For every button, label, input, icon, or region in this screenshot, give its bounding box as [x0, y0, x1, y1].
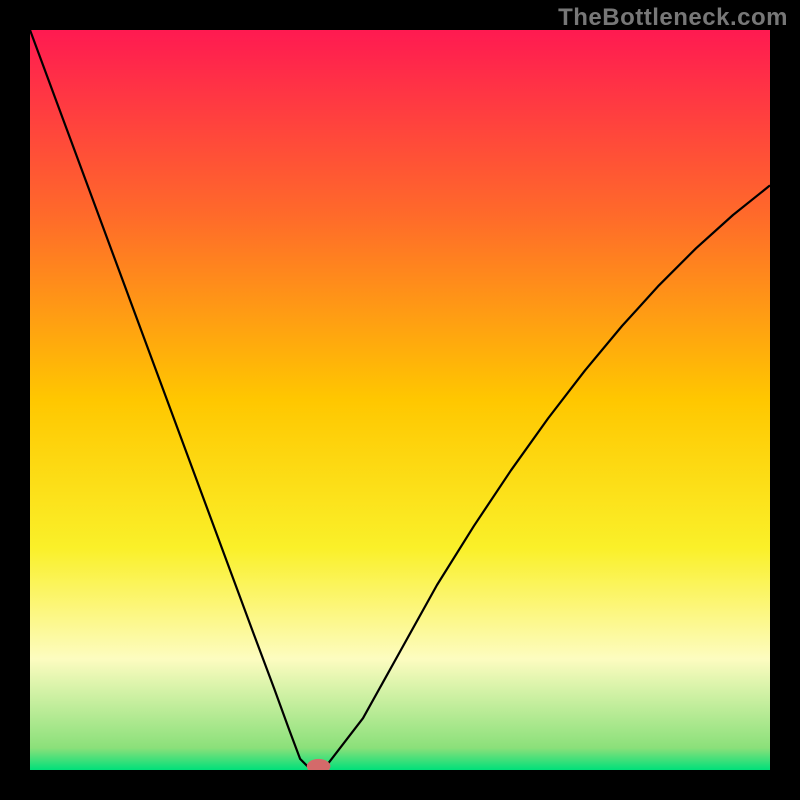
chart-container: TheBottleneck.com — [0, 0, 800, 800]
chart-svg — [30, 30, 770, 770]
plot-area — [30, 30, 770, 770]
gradient-background — [30, 30, 770, 770]
attribution-text: TheBottleneck.com — [558, 4, 788, 32]
